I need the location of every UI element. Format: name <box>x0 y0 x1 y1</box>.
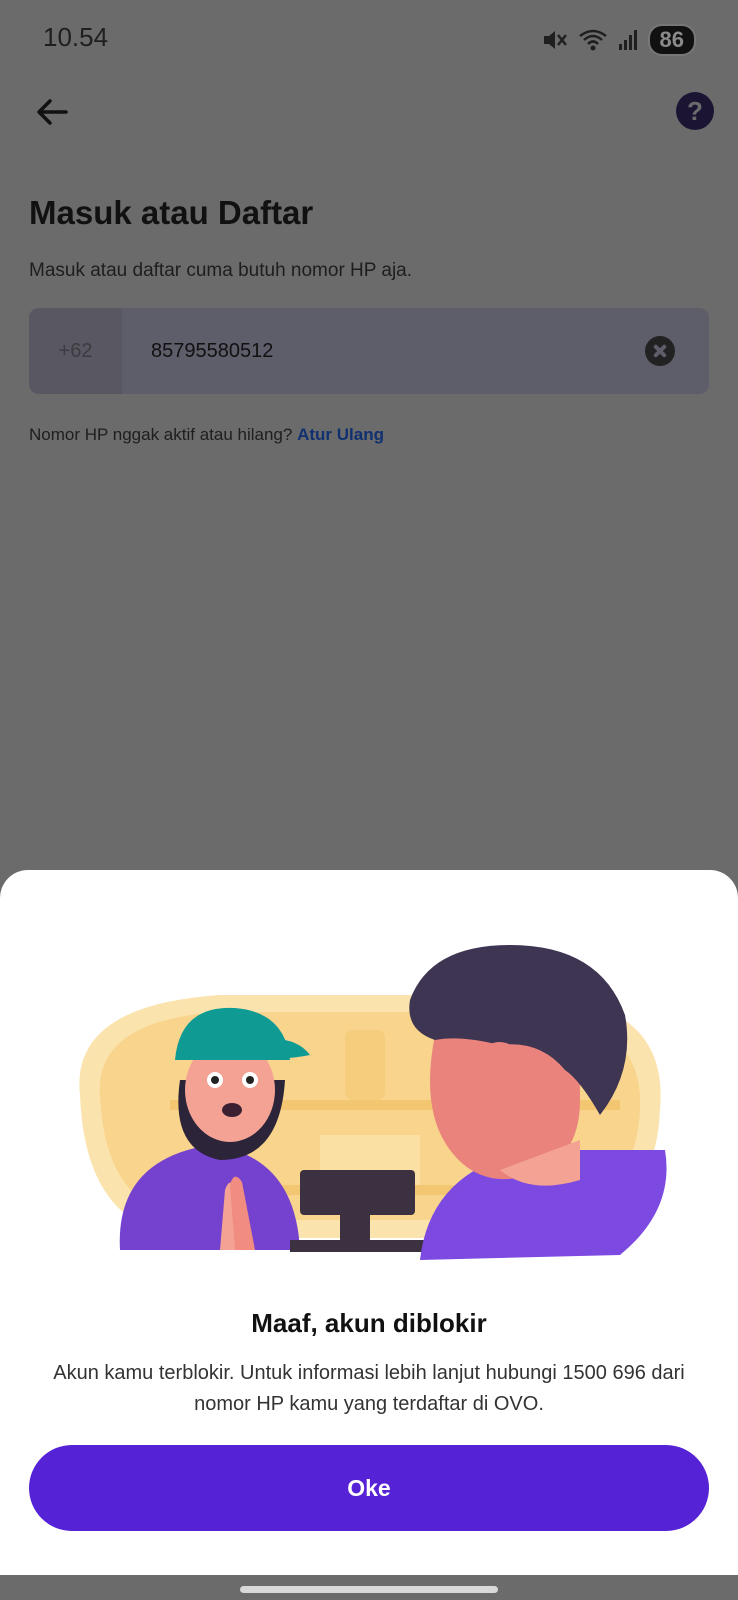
dialog-message: Akun kamu terblokir. Untuk informasi leb… <box>53 1362 685 1415</box>
home-handle[interactable] <box>240 1586 498 1593</box>
back-button[interactable] <box>32 92 72 132</box>
signal-icon <box>618 30 637 50</box>
navigation-bar <box>0 1575 738 1600</box>
country-code[interactable]: +62 <box>29 308 122 394</box>
status-time: 10.54 <box>43 22 109 52</box>
dialog-title: Maaf, akun diblokir <box>251 1308 487 1338</box>
reset-prompt: Nomor HP nggak aktif atau hilang? <box>29 425 293 444</box>
page-title: Masuk atau Daftar <box>29 194 314 231</box>
back-arrow-icon <box>37 99 68 125</box>
clear-icon[interactable] <box>645 336 675 366</box>
status-bar: 10.54 86 <box>0 0 738 76</box>
reset-row: Nomor HP nggak aktif atau hilang? Atur U… <box>29 425 384 445</box>
status-icons: 86 <box>542 24 696 56</box>
phone-field: +62 <box>29 308 709 394</box>
phone-input[interactable] <box>122 338 645 364</box>
page-subtitle: Masuk atau daftar cuma butuh nomor HP aj… <box>29 260 413 281</box>
reset-link[interactable]: Atur Ulang <box>297 425 384 444</box>
help-icon[interactable]: ? <box>676 92 714 130</box>
battery-indicator: 86 <box>647 24 696 56</box>
blocked-account-sheet: Maaf, akun diblokir Akun kamu terblokir.… <box>0 870 738 1575</box>
mute-icon <box>543 31 567 49</box>
blocked-illustration <box>79 945 667 1260</box>
wifi-icon <box>578 29 607 51</box>
ok-button[interactable]: Oke <box>29 1445 709 1531</box>
